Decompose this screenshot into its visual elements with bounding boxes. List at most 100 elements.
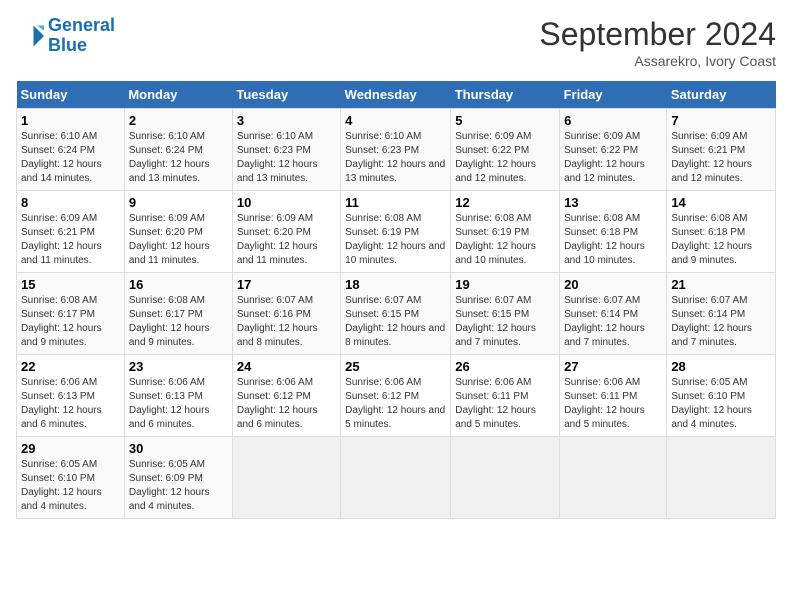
calendar-week-2: 8Sunrise: 6:09 AMSunset: 6:21 PMDaylight… xyxy=(17,191,776,273)
calendar-cell xyxy=(341,437,451,519)
calendar-cell: 11Sunrise: 6:08 AMSunset: 6:19 PMDayligh… xyxy=(341,191,451,273)
month-title: September 2024 xyxy=(539,16,776,53)
calendar-cell: 30Sunrise: 6:05 AMSunset: 6:09 PMDayligh… xyxy=(124,437,232,519)
day-number: 16 xyxy=(129,277,228,292)
day-info: Sunrise: 6:07 AMSunset: 6:14 PMDaylight:… xyxy=(671,294,771,350)
day-header-monday: Monday xyxy=(124,81,232,109)
calendar-cell: 19 Sunrise: 6:07 AMSunset: 6:15 PMDayligh… xyxy=(451,273,560,355)
day-number: 5 xyxy=(455,113,555,128)
day-number: 3 xyxy=(237,113,336,128)
day-info: Sunrise: 6:09 AMSunset: 6:20 PMDaylight:… xyxy=(237,212,336,268)
day-number: 10 xyxy=(237,195,336,210)
calendar-table: SundayMondayTuesdayWednesdayThursdayFrid… xyxy=(16,81,776,519)
day-number: 19 xyxy=(455,277,555,292)
logo-line1: General xyxy=(48,15,115,35)
day-number: 12 xyxy=(455,195,555,210)
day-info: Sunrise: 6:06 AMSunset: 6:11 PMDaylight:… xyxy=(455,376,555,432)
day-number: 13 xyxy=(564,195,662,210)
day-number: 27 xyxy=(564,359,662,374)
location-subtitle: Assarekro, Ivory Coast xyxy=(539,53,776,69)
calendar-cell: 14 Sunrise: 6:08 AMSunset: 6:18 PMDayligh… xyxy=(667,191,776,273)
calendar-cell: 22 Sunrise: 6:06 AMSunset: 6:13 PMDayligh… xyxy=(17,355,125,437)
calendar-cell: 2Sunrise: 6:10 AMSunset: 6:24 PMDaylight… xyxy=(124,109,232,191)
day-info: Sunrise: 6:08 AMSunset: 6:18 PMDaylight:… xyxy=(564,212,662,268)
day-number: 24 xyxy=(237,359,336,374)
day-number: 6 xyxy=(564,113,662,128)
logo-text: General Blue xyxy=(48,16,115,56)
calendar-cell xyxy=(667,437,776,519)
day-number: 29 xyxy=(21,441,120,456)
day-info: Sunrise: 6:06 AMSunset: 6:12 PMDaylight:… xyxy=(237,376,336,432)
calendar-cell: 23 Sunrise: 6:06 AMSunset: 6:13 PMDayligh… xyxy=(124,355,232,437)
day-header-wednesday: Wednesday xyxy=(341,81,451,109)
calendar-cell: 28Sunrise: 6:05 AMSunset: 6:10 PMDayligh… xyxy=(667,355,776,437)
day-number: 21 xyxy=(671,277,771,292)
day-info: Sunrise: 6:05 AMSunset: 6:10 PMDaylight:… xyxy=(21,458,120,514)
day-info: Sunrise: 6:08 AMSunset: 6:17 PMDaylight:… xyxy=(21,294,120,350)
calendar-cell: 21 Sunrise: 6:07 AMSunset: 6:14 PMDayligh… xyxy=(667,273,776,355)
day-number: 15 xyxy=(21,277,120,292)
day-number: 18 xyxy=(345,277,446,292)
page-header: General Blue September 2024 Assarekro, I… xyxy=(16,16,776,69)
day-number: 22 xyxy=(21,359,120,374)
day-info: Sunrise: 6:07 AMSunset: 6:14 PMDaylight:… xyxy=(564,294,662,350)
calendar-week-1: 1 Sunrise: 6:10 AMSunset: 6:24 PMDaylight… xyxy=(17,109,776,191)
calendar-cell: 8Sunrise: 6:09 AMSunset: 6:21 PMDaylight… xyxy=(17,191,125,273)
day-number: 8 xyxy=(21,195,120,210)
calendar-cell xyxy=(560,437,667,519)
day-info: Sunrise: 6:10 AMSunset: 6:23 PMDaylight:… xyxy=(237,130,336,186)
calendar-week-4: 22 Sunrise: 6:06 AMSunset: 6:13 PMDayligh… xyxy=(17,355,776,437)
calendar-cell: 25 Sunrise: 6:06 AMSunset: 6:12 PMDayligh… xyxy=(341,355,451,437)
day-number: 14 xyxy=(671,195,771,210)
day-info: Sunrise: 6:06 AMSunset: 6:11 PMDaylight:… xyxy=(564,376,662,432)
day-number: 9 xyxy=(129,195,228,210)
day-info: Sunrise: 6:10 AMSunset: 6:23 PMDaylight:… xyxy=(345,130,446,186)
day-info: Sunrise: 6:08 AMSunset: 6:19 PMDaylight:… xyxy=(345,212,446,268)
day-number: 1 xyxy=(21,113,120,128)
calendar-week-5: 29 Sunrise: 6:05 AMSunset: 6:10 PMDayligh… xyxy=(17,437,776,519)
calendar-cell: 3 Sunrise: 6:10 AMSunset: 6:23 PMDaylight… xyxy=(232,109,340,191)
calendar-cell xyxy=(232,437,340,519)
day-info: Sunrise: 6:07 AMSunset: 6:15 PMDaylight:… xyxy=(455,294,555,350)
day-number: 23 xyxy=(129,359,228,374)
day-header-friday: Friday xyxy=(560,81,667,109)
calendar-cell: 20Sunrise: 6:07 AMSunset: 6:14 PMDayligh… xyxy=(560,273,667,355)
day-info: Sunrise: 6:07 AMSunset: 6:16 PMDaylight:… xyxy=(237,294,336,350)
day-number: 25 xyxy=(345,359,446,374)
day-info: Sunrise: 6:08 AMSunset: 6:19 PMDaylight:… xyxy=(455,212,555,268)
day-info: Sunrise: 6:06 AMSunset: 6:13 PMDaylight:… xyxy=(129,376,228,432)
day-number: 26 xyxy=(455,359,555,374)
day-info: Sunrise: 6:09 AMSunset: 6:20 PMDaylight:… xyxy=(129,212,228,268)
day-number: 2 xyxy=(129,113,228,128)
calendar-cell: 27 Sunrise: 6:06 AMSunset: 6:11 PMDayligh… xyxy=(560,355,667,437)
day-info: Sunrise: 6:06 AMSunset: 6:12 PMDaylight:… xyxy=(345,376,446,432)
calendar-cell: 5Sunrise: 6:09 AMSunset: 6:22 PMDaylight… xyxy=(451,109,560,191)
day-header-saturday: Saturday xyxy=(667,81,776,109)
day-info: Sunrise: 6:05 AMSunset: 6:09 PMDaylight:… xyxy=(129,458,228,514)
calendar-cell: 4 Sunrise: 6:10 AMSunset: 6:23 PMDaylight… xyxy=(341,109,451,191)
day-number: 4 xyxy=(345,113,446,128)
day-info: Sunrise: 6:05 AMSunset: 6:10 PMDaylight:… xyxy=(671,376,771,432)
logo-icon xyxy=(16,22,44,50)
day-header-tuesday: Tuesday xyxy=(232,81,340,109)
calendar-header-row: SundayMondayTuesdayWednesdayThursdayFrid… xyxy=(17,81,776,109)
title-section: September 2024 Assarekro, Ivory Coast xyxy=(539,16,776,69)
day-info: Sunrise: 6:09 AMSunset: 6:22 PMDaylight:… xyxy=(564,130,662,186)
calendar-cell xyxy=(451,437,560,519)
day-header-sunday: Sunday xyxy=(17,81,125,109)
day-header-thursday: Thursday xyxy=(451,81,560,109)
calendar-cell: 15 Sunrise: 6:08 AMSunset: 6:17 PMDayligh… xyxy=(17,273,125,355)
calendar-cell: 17 Sunrise: 6:07 AMSunset: 6:16 PMDayligh… xyxy=(232,273,340,355)
calendar-cell: 26 Sunrise: 6:06 AMSunset: 6:11 PMDayligh… xyxy=(451,355,560,437)
calendar-cell: 16 Sunrise: 6:08 AMSunset: 6:17 PMDayligh… xyxy=(124,273,232,355)
day-info: Sunrise: 6:08 AMSunset: 6:18 PMDaylight:… xyxy=(671,212,771,268)
day-info: Sunrise: 6:08 AMSunset: 6:17 PMDaylight:… xyxy=(129,294,228,350)
calendar-cell: 6 Sunrise: 6:09 AMSunset: 6:22 PMDaylight… xyxy=(560,109,667,191)
day-number: 17 xyxy=(237,277,336,292)
day-info: Sunrise: 6:10 AMSunset: 6:24 PMDaylight:… xyxy=(21,130,120,186)
calendar-cell: 18Sunrise: 6:07 AMSunset: 6:15 PMDayligh… xyxy=(341,273,451,355)
calendar-cell: 9 Sunrise: 6:09 AMSunset: 6:20 PMDaylight… xyxy=(124,191,232,273)
calendar-cell: 12 Sunrise: 6:08 AMSunset: 6:19 PMDayligh… xyxy=(451,191,560,273)
day-info: Sunrise: 6:06 AMSunset: 6:13 PMDaylight:… xyxy=(21,376,120,432)
calendar-cell: 10 Sunrise: 6:09 AMSunset: 6:20 PMDayligh… xyxy=(232,191,340,273)
